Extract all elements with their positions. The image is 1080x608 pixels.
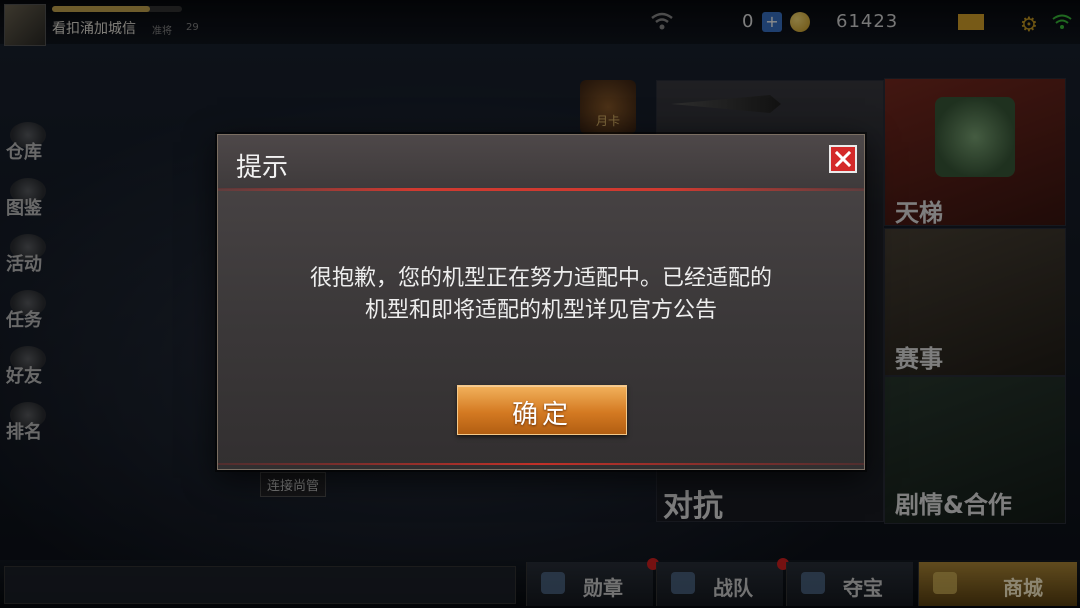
dialog-header: 提示 <box>218 135 864 189</box>
close-button[interactable] <box>829 145 857 173</box>
footer-divider <box>218 463 864 465</box>
dialog-message-line-2: 机型和即将适配的机型详见官方公告 <box>364 298 717 323</box>
header-divider <box>218 188 864 191</box>
notice-dialog: 提示 很抱歉，您的机型正在努力适配中。已经适配的 机型和即将适配的机型详见官方公… <box>217 134 865 470</box>
dialog-title: 提示 <box>236 153 289 183</box>
dialog-message-line-1: 很抱歉，您的机型正在努力适配中。已经适配的 <box>309 266 772 291</box>
close-icon <box>835 151 851 167</box>
confirm-button-label: 确定 <box>511 400 572 430</box>
confirm-button[interactable]: 确定 <box>457 385 627 435</box>
